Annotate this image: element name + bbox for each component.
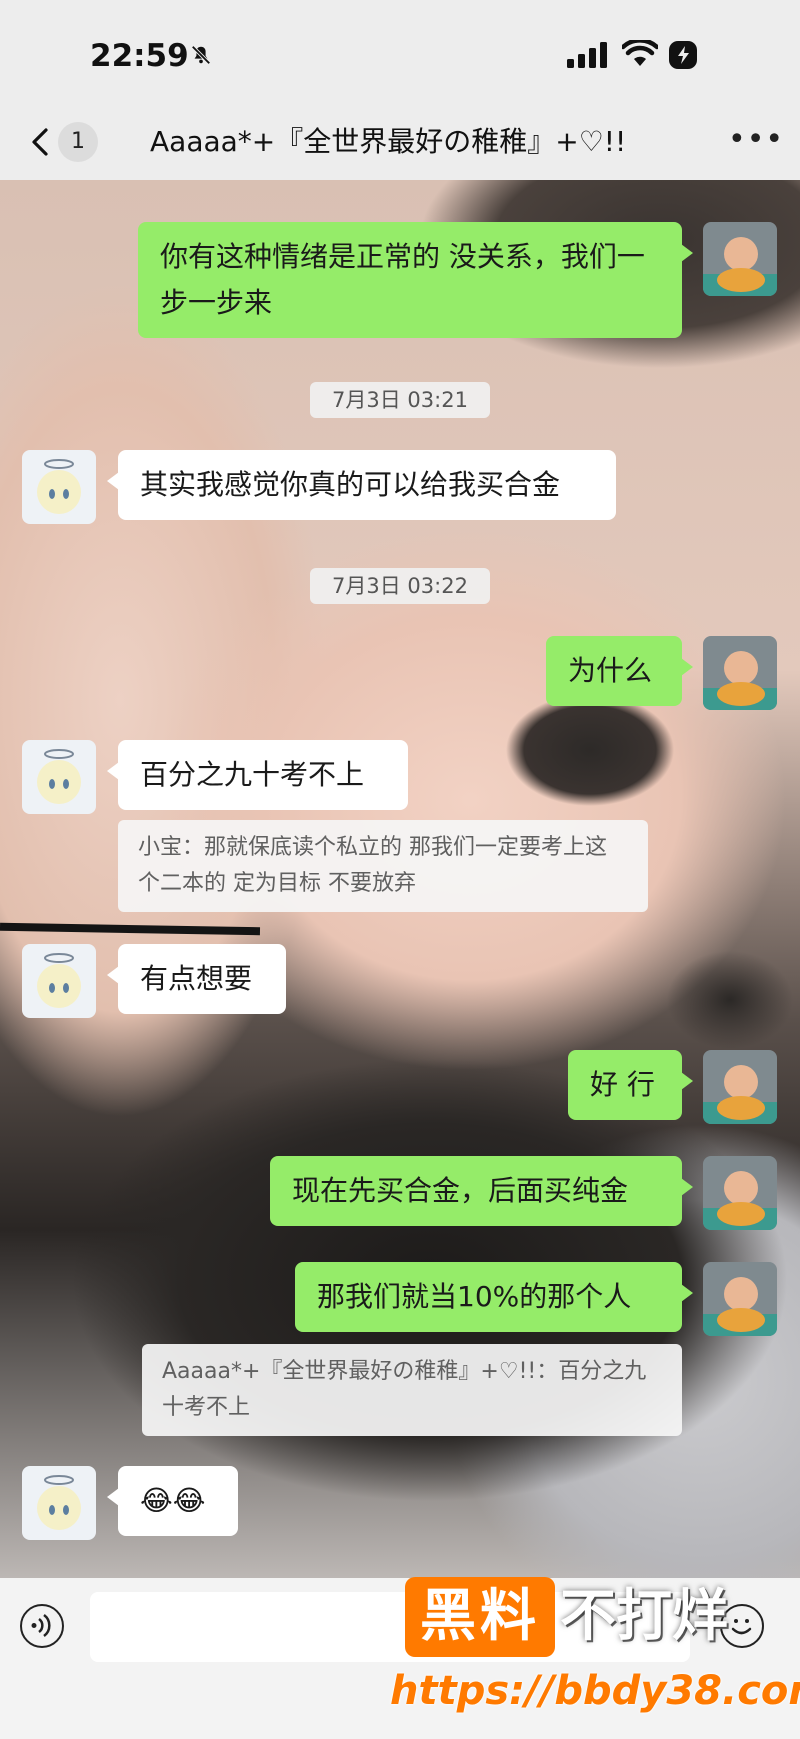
quoted-reply[interactable]: Aaaaa*+『全世界最好の稚稚』+♡!!：百分之九十考不上: [142, 1344, 682, 1436]
cellular-signal-icon: [567, 42, 607, 68]
contact-avatar[interactable]: [22, 740, 96, 814]
message-incoming[interactable]: 其实我感觉你真的可以给我买合金: [107, 450, 616, 520]
my-avatar[interactable]: [703, 1262, 777, 1336]
battery-icon: [669, 41, 697, 69]
message-outgoing[interactable]: 你有这种情绪是正常的 没关系，我们一步一步来: [138, 222, 693, 338]
timestamp: 7月3日 03:21: [310, 382, 490, 418]
watermark-logo: 黑料: [405, 1577, 555, 1657]
unread-count-badge[interactable]: 1: [58, 122, 98, 162]
message-outgoing[interactable]: 好 行: [568, 1050, 693, 1120]
message-incoming[interactable]: 有点想要: [107, 944, 286, 1014]
bell-slash-icon: [191, 45, 211, 65]
voice-icon[interactable]: [20, 1604, 64, 1648]
chat-title: Aaaaa*+『全世界最好の稚稚』+♡!!: [150, 125, 627, 158]
message-outgoing[interactable]: 那我们就当10%的那个人: [295, 1262, 693, 1332]
wifi-icon: [622, 40, 658, 66]
my-avatar[interactable]: [703, 222, 777, 296]
status-time: 22:59: [90, 38, 189, 74]
message-incoming[interactable]: 😂😂: [107, 1466, 238, 1536]
my-avatar[interactable]: [703, 636, 777, 710]
message-outgoing[interactable]: 现在先买合金，后面买纯金: [270, 1156, 693, 1226]
top-bar: 22:59 1 Aaaaa*+『全世界最好の稚稚』+♡!! •••: [0, 0, 800, 180]
chevron-left-icon[interactable]: [22, 122, 62, 162]
message-outgoing[interactable]: 为什么: [546, 636, 693, 706]
contact-avatar[interactable]: [22, 944, 96, 1018]
watermark-text: 不打烊: [560, 1584, 728, 1649]
message-incoming[interactable]: 百分之九十考不上: [107, 740, 408, 810]
timestamp: 7月3日 03:22: [310, 568, 490, 604]
more-dots-icon[interactable]: •••: [728, 125, 783, 158]
my-avatar[interactable]: [703, 1050, 777, 1124]
contact-avatar[interactable]: [22, 1466, 96, 1540]
my-avatar[interactable]: [703, 1156, 777, 1230]
contact-avatar[interactable]: [22, 450, 96, 524]
watermark-url: https://bbdy38.com: [390, 1668, 800, 1714]
quoted-reply[interactable]: 小宝：那就保底读个私立的 那我们一定要考上这个二本的 定为目标 不要放弃: [118, 820, 648, 912]
